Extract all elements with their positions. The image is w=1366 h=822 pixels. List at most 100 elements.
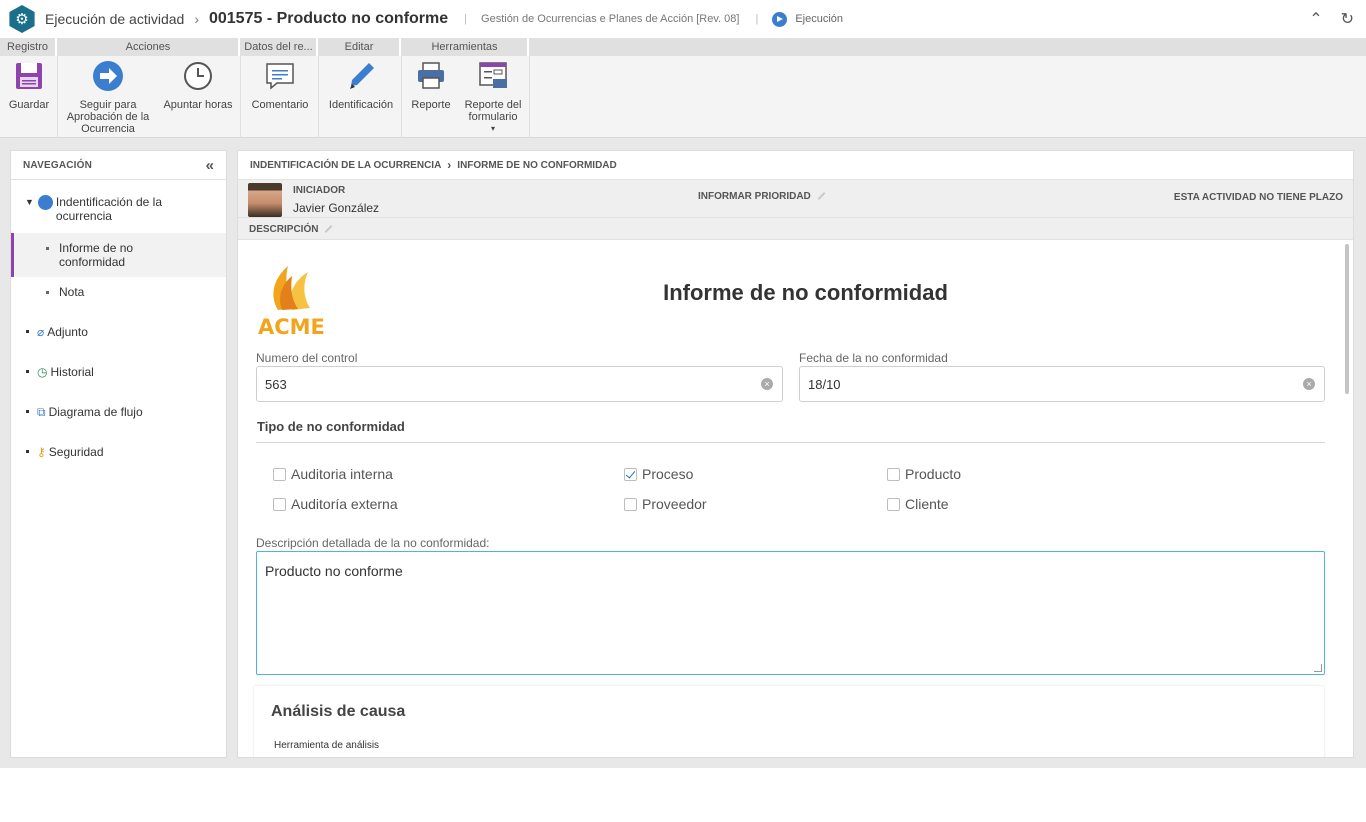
history-icon: ◷ [37,365,48,379]
comment-button[interactable]: Comentario [247,60,313,111]
separator: | [464,13,468,25]
nav-item-report[interactable]: Informe de no conformidad [11,233,226,277]
nav-item-security[interactable]: ⚷ Seguridad [11,445,226,459]
process-name: Gestión de Ocurrencias e Planes de Acció… [481,13,740,25]
chevron-right-icon: › [447,158,452,172]
group-label: Registro [0,38,57,56]
collapse-up-icon[interactable]: ⌃ [1309,9,1322,29]
checkbox-checked[interactable] [624,467,637,481]
caret-down-icon[interactable]: ▼ [25,197,34,207]
identification-button[interactable]: Identificación [323,60,399,111]
cause-analysis-title: Análisis de causa [271,703,406,720]
breadcrumb-current: INFORME DE NO CONFORMIDAD [457,159,617,171]
breadcrumb: INDENTIFICACIÓN DE LA OCURRENCIA › INFOR… [238,151,1353,180]
collapse-left-icon[interactable]: « [206,157,214,174]
nav-item-attachment[interactable]: ⌀ Adjunto [11,325,226,339]
resize-handle-icon[interactable] [1314,664,1322,672]
priority-field[interactable]: INFORMAR PRIORIDAD [698,191,826,202]
ribbon-header-fill [530,38,1366,56]
checkbox-internal-audit[interactable]: Auditoria interna [273,466,393,482]
initiator-label: INICIADOR [293,185,346,196]
checkbox-label: Auditoria interna [291,466,393,482]
checkbox-label: Cliente [905,496,949,512]
logo-text: ACME [258,315,325,339]
approve-label-line3: Ocurrencia [81,123,135,135]
checkbox-label: Proveedor [642,496,707,512]
checkbox[interactable] [273,467,286,481]
form-report-icon [477,60,509,92]
nav-item-flowchart[interactable]: ⧉ Diagrama de flujo [11,405,226,420]
group-label: Editar [319,38,401,56]
group-acciones: Acciones Seguir para Aprobación de la Oc… [58,38,241,138]
pencil-icon[interactable] [325,225,333,234]
date-input[interactable]: 18/10 × [799,366,1325,402]
control-number-label: Numero del control [256,351,358,365]
checkbox[interactable] [887,467,900,481]
nav-label: Historial [50,365,94,379]
clear-icon[interactable]: × [761,378,773,390]
flowchart-icon: ⧉ [37,405,46,419]
refresh-icon[interactable]: ↻ [1341,9,1354,29]
report-button[interactable]: Reporte [408,60,454,111]
separator: | [755,13,759,25]
arrow-right-circle-icon [92,60,124,92]
title-bar: ⚙ Ejecución de actividad › 001575 - Prod… [0,0,1366,38]
checkbox-external-audit[interactable]: Auditoría externa [273,496,398,512]
pencil-icon[interactable] [817,192,826,201]
vertical-scrollbar[interactable] [1345,244,1349,394]
priority-label: INFORMAR PRIORIDAD [698,191,811,202]
approve-occurrence-button[interactable]: Seguir para Aprobación de la Ocurrencia [64,60,152,135]
play-circle-icon [37,195,53,210]
form-report-button[interactable]: Reporte del formulario ▾ [460,60,526,135]
checkbox-supplier[interactable]: Proveedor [624,496,707,512]
group-label: Herramientas [402,38,529,56]
checkbox-product[interactable]: Producto [887,466,961,482]
log-hours-button[interactable]: Apuntar horas [160,60,236,111]
detail-value: Producto no conforme [265,563,403,579]
checkbox[interactable] [887,497,900,511]
checkbox-label: Auditoría externa [291,496,398,512]
dropdown-caret-icon[interactable]: ▾ [460,123,526,135]
bullet [46,291,49,294]
breadcrumb-root[interactable]: Ejecución de actividad [45,11,184,27]
checkbox-process[interactable]: Proceso [624,466,693,482]
approve-label-line1: Seguir para [79,99,137,111]
group-label: Acciones [58,38,240,56]
detail-label: Descripción detallada de la no conformid… [256,536,490,550]
description-bar[interactable]: DESCRIPCIÓN [238,218,1353,240]
key-icon: ⚷ [37,445,46,459]
form-report-label-line1: Reporte del [464,99,522,111]
play-status-icon [772,11,788,27]
comment-label: Comentario [251,99,309,111]
nav-item-history[interactable]: ◷ Historial [11,365,226,379]
nav-item-note[interactable]: Nota [11,285,226,299]
nav-label: Nota [59,285,85,299]
divider [256,442,1325,443]
group-label: Datos del re... [241,38,318,56]
date-label: Fecha de la no conformidad [799,351,948,365]
cause-analysis-panel: Análisis de causa Herramienta de análisi… [254,686,1324,757]
title-actions: ⌃ ↻ [1309,9,1354,29]
checkbox[interactable] [273,497,286,511]
nav-label: Adjunto [47,325,88,339]
control-number-input[interactable]: 563 × [256,366,783,402]
clear-icon[interactable]: × [1303,378,1315,390]
nav-item-identification[interactable]: ▼ Indentificación de la ocurrencia [25,195,215,223]
breadcrumb-parent[interactable]: INDENTIFICACIÓN DE LA OCURRENCIA [250,160,441,171]
report-label: Reporte [411,99,451,111]
save-button[interactable]: Guardar [6,60,52,111]
nav-label: Seguridad [48,445,104,459]
group-registro: Registro Guardar [0,38,58,138]
form-title: Informe de no conformidad [663,280,948,305]
app-logo-icon: ⚙ [9,5,35,33]
pencil-icon [345,60,377,92]
checkbox-label: Proceso [642,466,694,482]
checkbox[interactable] [624,497,637,511]
approve-label-line2: Aprobación de la [66,111,150,123]
checkbox-client[interactable]: Cliente [887,496,949,512]
checkbox-label: Producto [905,466,962,482]
info-bar: INICIADOR Javier González INFORMAR PRIOR… [238,180,1353,218]
detail-textarea[interactable]: Producto no conforme [256,551,1325,675]
bullet [26,330,29,333]
deadline-text: ESTA ACTIVIDAD NO TIENE PLAZO [1173,192,1343,203]
